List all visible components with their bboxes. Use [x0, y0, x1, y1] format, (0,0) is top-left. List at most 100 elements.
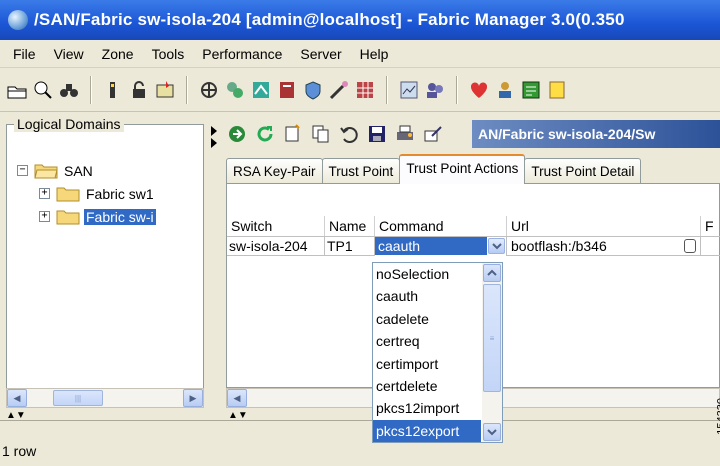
tab-trust-point-detail[interactable]: Trust Point Detail [524, 158, 642, 184]
discover-icon[interactable] [32, 79, 54, 101]
splitter-arrow-icon[interactable] [211, 126, 217, 136]
toolbar-separator [386, 75, 388, 104]
save-icon[interactable] [366, 123, 388, 145]
scroll-down-icon[interactable] [483, 423, 501, 441]
lock-icon[interactable] [128, 79, 150, 101]
dropdown-scrollbar[interactable]: ≡ [482, 263, 502, 442]
flow-icon[interactable] [250, 79, 272, 101]
dropdown-option[interactable]: certdelete [373, 375, 481, 397]
dropdown-option-selected[interactable]: pkcs12export [373, 419, 481, 443]
scroll-thumb[interactable]: ||| [53, 390, 103, 406]
menu-tools[interactable]: Tools [143, 46, 194, 62]
expand-icon[interactable]: + [39, 188, 50, 199]
scroll-thumb[interactable]: ≡ [483, 284, 501, 392]
tree-label-san: SAN [64, 162, 93, 179]
log-icon[interactable] [520, 79, 542, 101]
zone-icon[interactable] [198, 79, 220, 101]
bottom-splitter[interactable] [0, 412, 720, 420]
vsan-icon[interactable] [224, 79, 246, 101]
logical-domains-tree: − SAN + Fabric sw1 + Fabric sw-i [17, 159, 156, 228]
url-value: bootflash:/b346 [511, 238, 607, 254]
wizard-icon[interactable] [328, 79, 350, 101]
app-icon [8, 10, 28, 30]
find-icon[interactable] [58, 79, 80, 101]
menu-file[interactable]: File [4, 46, 45, 62]
panel-splitter[interactable] [210, 112, 222, 412]
dropdown-option[interactable]: cadelete [373, 308, 481, 330]
expand-collapse-icon[interactable]: ▲▼ [228, 411, 248, 421]
refresh-icon[interactable] [254, 123, 276, 145]
column-name[interactable]: Name [325, 216, 375, 236]
scroll-left-icon[interactable]: ◀ [227, 389, 247, 407]
help-icon[interactable] [546, 79, 568, 101]
figure-id: 154330 [716, 398, 720, 435]
expand-collapse-icon[interactable]: ▲▼ [6, 411, 26, 421]
dropdown-option[interactable]: noSelection [373, 263, 481, 285]
tree-node-fabric-sw-isola[interactable]: + Fabric sw-i [17, 205, 156, 228]
command-dropdown-list[interactable]: noSelection caauth cadelete certreq cert… [372, 262, 503, 443]
cell-f [701, 237, 720, 256]
scroll-right-icon[interactable]: ▶ [183, 389, 203, 407]
security-icon[interactable] [302, 79, 324, 101]
admin-icon[interactable] [494, 79, 516, 101]
copy-icon[interactable] [310, 123, 332, 145]
cell-name[interactable]: TP1 [325, 237, 375, 256]
tree-label-fabric-sw-isola: Fabric sw-i [84, 208, 156, 225]
tab-trust-point-actions[interactable]: Trust Point Actions [399, 154, 526, 184]
browse-icon[interactable] [684, 239, 696, 253]
menu-view[interactable]: View [45, 46, 93, 62]
column-command[interactable]: Command [375, 216, 507, 236]
splitter-arrow-icon[interactable] [211, 138, 217, 148]
menu-help[interactable]: Help [351, 46, 398, 62]
tree-node-san[interactable]: − SAN [17, 159, 156, 182]
dropdown-option[interactable]: pkcs12import [373, 397, 481, 419]
column-f[interactable]: F [701, 216, 720, 236]
tab-rsa-key-pair[interactable]: RSA Key-Pair [226, 158, 323, 184]
users-icon[interactable] [424, 79, 446, 101]
logical-domains-legend: Logical Domains [14, 116, 124, 132]
collapse-icon[interactable]: − [17, 165, 28, 176]
folder-icon [56, 187, 80, 202]
open-icon[interactable] [6, 79, 28, 101]
switch-icon[interactable] [102, 79, 124, 101]
scroll-up-icon[interactable] [483, 264, 501, 282]
toolbar-separator [186, 75, 188, 104]
cell-switch[interactable]: sw-isola-204 [227, 237, 325, 256]
column-switch[interactable]: Switch [227, 216, 325, 236]
menu-zone[interactable]: Zone [93, 46, 143, 62]
table-row[interactable]: sw-isola-204 TP1 caauth bootflash:/b346 [227, 236, 720, 256]
health-icon[interactable] [468, 79, 490, 101]
logical-domains-panel: − SAN + Fabric sw1 + Fabric sw-i Logical… [0, 112, 210, 412]
command-combo-value[interactable]: caauth [375, 237, 487, 255]
status-text: 1 row [2, 443, 37, 459]
menu-bar: File View Zone Tools Performance Server … [0, 40, 720, 68]
create-row-icon[interactable] [282, 123, 304, 145]
menu-server[interactable]: Server [291, 46, 350, 62]
dropdown-option[interactable]: caauth [373, 285, 481, 307]
expand-icon[interactable]: + [39, 211, 50, 222]
column-url[interactable]: Url [507, 216, 701, 236]
tree-label-fabric-sw1: Fabric sw1 [86, 185, 154, 202]
toolbar-separator [456, 75, 458, 104]
tree-node-fabric-sw1[interactable]: + Fabric sw1 [17, 182, 156, 205]
scroll-left-icon[interactable]: ◀ [7, 389, 27, 407]
menu-performance[interactable]: Performance [193, 46, 291, 62]
cell-command[interactable]: caauth [375, 237, 507, 256]
status-bar: 1 row [0, 420, 720, 466]
left-horizontal-scrollbar[interactable]: ◀ ||| ▶ [6, 388, 204, 408]
table-header: Switch Name Command Url F [227, 216, 720, 236]
print-icon[interactable] [394, 123, 416, 145]
edit-icon[interactable] [422, 123, 444, 145]
tab-trust-point[interactable]: Trust Point [321, 158, 401, 184]
folder-open-icon [34, 164, 58, 179]
dropdown-option[interactable]: certreq [373, 330, 481, 352]
report-icon[interactable] [276, 79, 298, 101]
dropdown-option[interactable]: certimport [373, 353, 481, 375]
cell-url[interactable]: bootflash:/b346 [507, 237, 701, 256]
undo-icon[interactable] [338, 123, 360, 145]
map-icon[interactable] [398, 79, 420, 101]
chevron-down-icon[interactable] [488, 238, 505, 254]
apply-icon[interactable] [226, 123, 248, 145]
device-manager-icon[interactable] [154, 79, 176, 101]
grid-icon[interactable] [354, 79, 376, 101]
